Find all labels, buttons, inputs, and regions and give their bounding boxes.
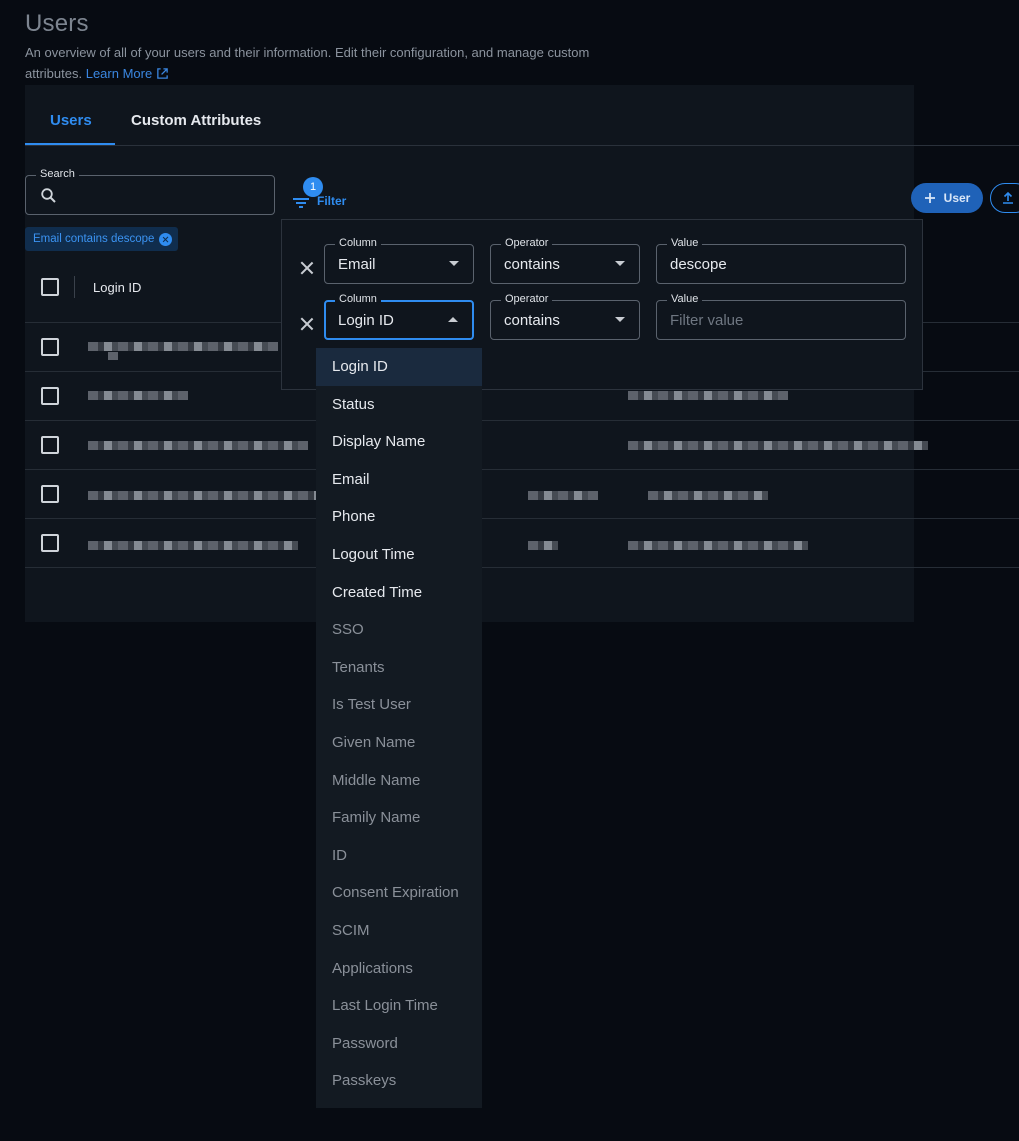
page-title: Users [25,10,89,37]
menu-item-sso[interactable]: SSO [316,611,482,649]
filter-value-input[interactable]: Value descope [656,237,906,284]
filter-label: Filter [317,194,347,208]
row-divider [25,518,1019,519]
redacted-cell [88,391,188,400]
search-icon [41,188,56,203]
operator-value: contains [504,256,560,273]
redacted-cell [628,391,788,400]
chevron-down-icon [615,261,625,266]
menu-item-is-test-user[interactable]: Is Test User [316,686,482,724]
external-link-icon [157,68,168,79]
menu-item-tenants[interactable]: Tenants [316,649,482,687]
redacted-cell [108,352,118,360]
operator-label: Operator [501,293,553,305]
menu-item-password[interactable]: Password [316,1025,482,1063]
tab-custom-attributes[interactable]: Custom Attributes [131,112,261,129]
menu-item-login-id[interactable]: Login ID [316,348,482,386]
value-label: Value [667,293,703,305]
row-checkbox[interactable] [41,338,59,356]
value-placeholder: Filter value [670,312,744,329]
learn-more-link[interactable]: Learn More [86,63,169,84]
active-filter-chip: Email contains descope [25,227,179,251]
page-subtitle: An overview of all of your users and the… [25,42,605,84]
redacted-cell [628,541,808,550]
row-checkbox[interactable] [41,534,59,552]
menu-item-email[interactable]: Email [316,461,482,499]
filter-column-select[interactable]: Column Login ID [324,293,474,340]
value-text: descope [670,256,727,273]
row-divider [25,567,1019,568]
operator-value: contains [504,312,560,329]
active-tab-indicator [25,143,115,145]
menu-item-given-name[interactable]: Given Name [316,724,482,762]
chip-remove-icon[interactable] [159,232,173,246]
menu-item-family-name[interactable]: Family Name [316,799,482,837]
column-dropdown-menu: Login ID Status Display Name Email Phone… [316,348,482,1108]
row-divider [25,420,1019,421]
menu-item-consent-expiration[interactable]: Consent Expiration [316,874,482,912]
remove-filter-icon[interactable] [300,261,314,275]
redacted-cell [88,342,278,351]
menu-item-phone[interactable]: Phone [316,498,482,536]
filter-operator-select[interactable]: Operator contains [490,293,640,340]
tab-users[interactable]: Users [50,112,92,129]
select-all-checkbox[interactable] [41,278,59,296]
redacted-cell [88,491,318,500]
menu-item-middle-name[interactable]: Middle Name [316,762,482,800]
export-button[interactable] [990,183,1019,213]
redacted-cell [88,441,308,450]
menu-item-id[interactable]: ID [316,837,482,875]
column-label: Column [335,293,381,305]
redacted-cell [528,541,558,550]
redacted-cell [88,541,298,550]
menu-item-scim[interactable]: SCIM [316,912,482,950]
search-input[interactable]: Search [25,168,275,215]
menu-item-applications[interactable]: Applications [316,950,482,988]
redacted-cell [528,491,598,500]
column-header-login-id[interactable]: Login ID [93,280,141,295]
menu-item-created-time[interactable]: Created Time [316,574,482,612]
chevron-down-icon [449,261,459,266]
menu-item-display-name[interactable]: Display Name [316,423,482,461]
menu-item-last-login-time[interactable]: Last Login Time [316,987,482,1025]
row-checkbox[interactable] [41,485,59,503]
column-divider [74,276,75,298]
operator-label: Operator [501,237,553,249]
search-label: Search [36,168,79,180]
menu-item-logout-time[interactable]: Logout Time [316,536,482,574]
upload-icon [1003,191,1013,204]
row-checkbox[interactable] [41,436,59,454]
filter-count-badge: 1 [303,177,323,197]
plus-icon [924,193,935,203]
remove-filter-icon[interactable] [300,317,314,331]
chevron-down-icon [615,317,625,322]
add-user-button[interactable]: User [911,183,983,213]
redacted-cell [628,441,928,450]
row-divider [25,469,1019,470]
value-label: Value [667,237,703,249]
chip-label: Email contains descope [33,233,155,245]
column-label: Column [335,237,381,249]
add-user-label: User [943,191,971,205]
filter-value-input[interactable]: Value Filter value [656,293,906,340]
learn-more-label: Learn More [85,66,153,81]
menu-item-passkeys[interactable]: Passkeys [316,1062,482,1100]
row-checkbox[interactable] [41,387,59,405]
redacted-cell [648,491,768,500]
filter-operator-select[interactable]: Operator contains [490,237,640,284]
filter-column-select[interactable]: Column Email [324,237,474,284]
column-value: Login ID [338,312,394,329]
chevron-up-icon [448,317,458,322]
column-value: Email [338,256,376,273]
tab-bar: Users Custom Attributes [25,100,1019,146]
menu-item-status[interactable]: Status [316,386,482,424]
